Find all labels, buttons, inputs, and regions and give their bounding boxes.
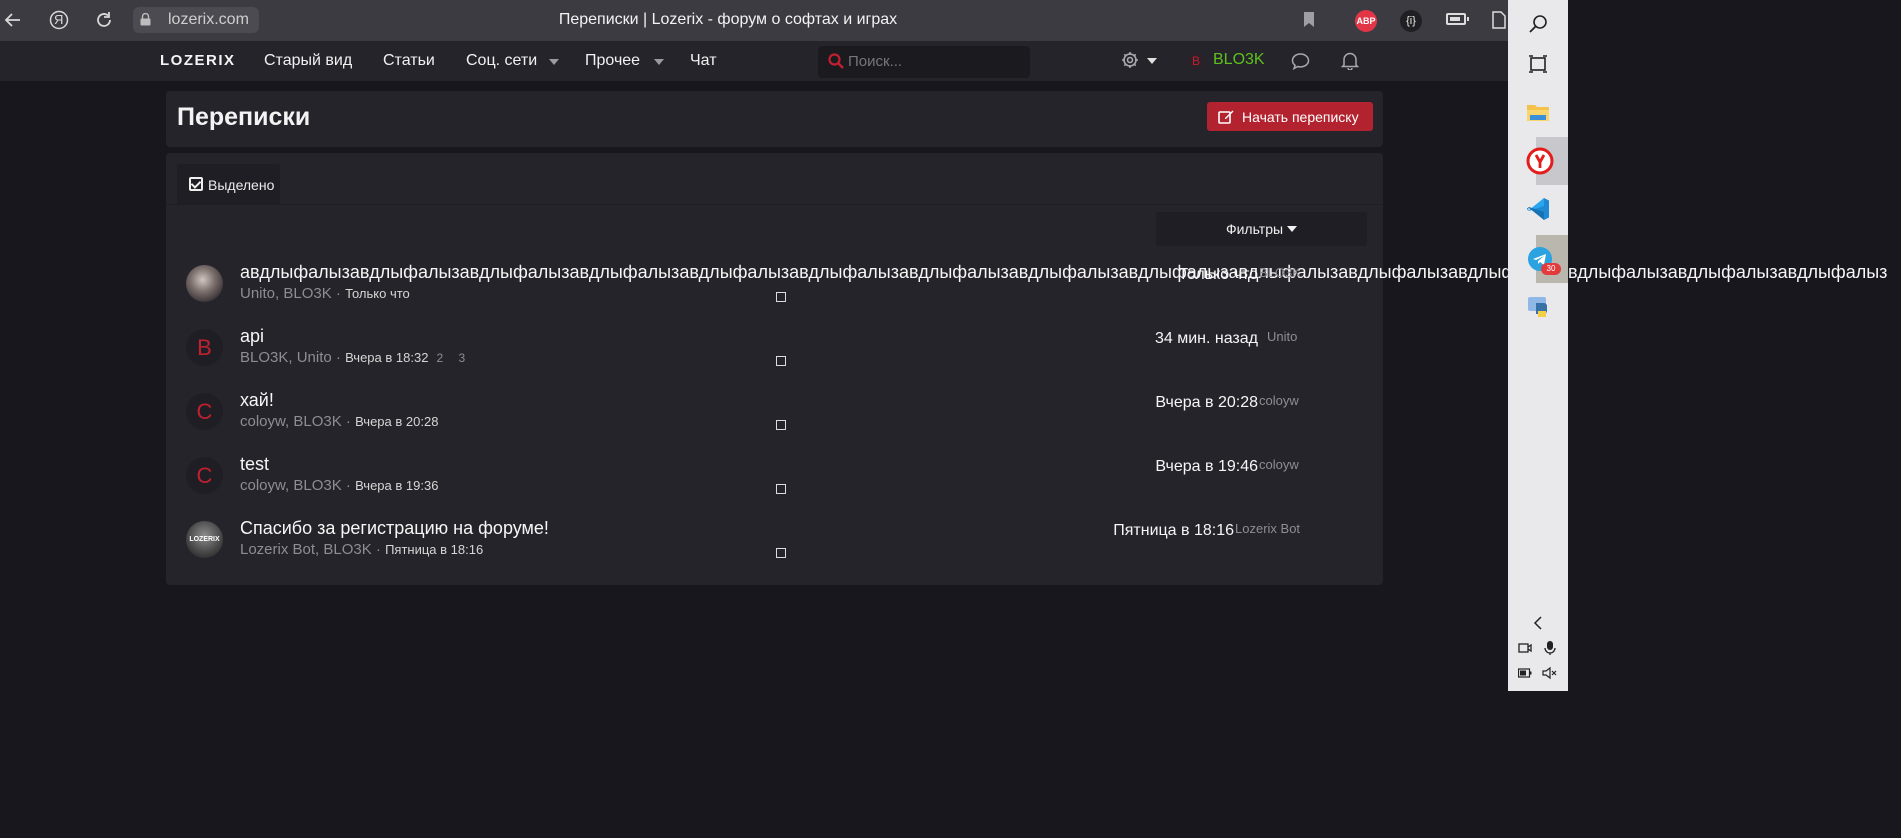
windows-taskbar: 30 [1508, 0, 1568, 691]
participants[interactable]: Lozerix Bot, BLO3K [240, 541, 372, 558]
last-reply-user[interactable]: Unito [1267, 329, 1297, 344]
python-icon[interactable] [1524, 293, 1552, 321]
bell-icon[interactable] [1341, 51, 1359, 70]
last-reply-time: 34 мин. назад [1154, 330, 1258, 347]
conversation-meta: Unito, BLO3K · Только что [240, 285, 410, 302]
participants[interactable]: coloyw, BLO3K [240, 413, 342, 430]
checkbox-icon [189, 177, 203, 191]
last-reply-time: Пятница в 18:16 [1113, 522, 1234, 539]
nav-social[interactable]: Соц. сети [466, 52, 537, 70]
chevron-down-icon[interactable] [654, 59, 664, 65]
conversation-title[interactable]: api [240, 326, 264, 347]
chevron-down-icon [1287, 226, 1298, 232]
battery-icon[interactable] [1518, 668, 1532, 678]
site-logo[interactable]: LOZERIX [160, 52, 236, 69]
select-checkbox[interactable] [776, 484, 786, 494]
avatar[interactable]: B [186, 329, 223, 366]
file-explorer-icon[interactable] [1524, 98, 1552, 126]
avatar[interactable]: LOZERIX [186, 521, 223, 558]
conversation-title[interactable]: авдлыфалызавдлыфалызавдлыфалызавдлыфалыз… [240, 262, 1887, 283]
yandex-browser-icon[interactable] [1526, 147, 1554, 175]
participants[interactable]: coloyw, BLO3K [240, 477, 342, 494]
username-link[interactable]: BLO3K [1213, 51, 1265, 69]
chevron-down-icon[interactable] [549, 59, 559, 65]
search-input[interactable]: Поиск... [818, 46, 1030, 78]
vscode-icon[interactable] [1524, 195, 1552, 223]
tab-selected[interactable]: Выделено [177, 164, 280, 205]
filters-label: Фильтры [1225, 221, 1284, 237]
started-time: Вчера в 19:36 [355, 478, 439, 493]
edit-icon [1218, 110, 1234, 124]
gear-icon[interactable] [1121, 51, 1139, 69]
conversation-list-panel: Выделено Фильтры авдлыфалызавдлыфалызавд… [166, 153, 1887, 585]
browser-toolbar: Я lozerix.com Переписки | Lozerix - фору… [0, 0, 1508, 41]
participants[interactable]: Unito, BLO3K [240, 285, 332, 302]
last-reply-user[interactable]: coloyw [1259, 393, 1299, 408]
nav-articles[interactable]: Статьи [383, 52, 435, 70]
search-icon[interactable] [1524, 10, 1552, 38]
start-conversation-button[interactable]: Начать переписку [1207, 102, 1373, 131]
list-item[interactable]: C test coloyw, BLO3K · Вчера в 19:36 Вче… [166, 449, 1383, 513]
tab-selected-label: Выделено [208, 177, 275, 193]
avatar[interactable] [186, 265, 223, 302]
bookmark-icon[interactable] [1303, 11, 1315, 28]
last-reply-user[interactable]: BLO3K [1259, 265, 1301, 280]
divider [166, 204, 1383, 205]
conversation-meta: BLO3K, Unito · Вчера в 18:32 2 3 [240, 349, 472, 366]
page-links[interactable]: 2 3 [436, 351, 471, 365]
conversation-meta: Lozerix Bot, BLO3K · Пятница в 18:16 [240, 541, 484, 558]
microphone-icon[interactable] [1544, 640, 1556, 656]
list-item[interactable]: авдлыфалызавдлыфалызавдлыфалызавдлыфалыз… [166, 257, 1887, 321]
last-reply-time: Только что [1178, 266, 1258, 283]
page-title: Переписки [177, 103, 311, 131]
last-reply-time: Вчера в 19:46 [1155, 458, 1258, 475]
start-conversation-label: Начать переписку [1242, 109, 1359, 125]
started-time: Вчера в 18:32 [345, 350, 429, 365]
chat-bubble-icon[interactable] [1291, 52, 1310, 70]
last-reply-time: Вчера в 20:28 [1155, 394, 1258, 411]
select-checkbox[interactable] [776, 292, 786, 302]
extension-icon[interactable] [1490, 10, 1508, 30]
chevron-left-icon[interactable] [1524, 609, 1552, 637]
last-reply-user[interactable]: coloyw [1259, 457, 1299, 472]
nav-old-view[interactable]: Старый вид [264, 52, 352, 70]
select-checkbox[interactable] [776, 548, 786, 558]
conversation-title[interactable]: Спасибо за регистрацию на форуме! [240, 518, 549, 539]
participants[interactable]: BLO3K, Unito [240, 349, 332, 366]
conversation-title[interactable]: хай! [240, 390, 274, 411]
list-item[interactable]: LOZERIX Спасибо за регистрацию на форуме… [166, 513, 1383, 577]
task-view-icon[interactable] [1524, 50, 1552, 78]
avatar[interactable]: C [186, 457, 223, 494]
nav-chat[interactable]: Чат [690, 52, 717, 70]
conversation-meta: coloyw, BLO3K · Вчера в 20:28 [240, 413, 439, 430]
notification-badge: 30 [1541, 263, 1561, 275]
started-time: Вчера в 20:28 [355, 414, 439, 429]
json-extension-icon[interactable]: {i} [1400, 10, 1422, 32]
tab-title: Переписки | Lozerix - форум о софтах и и… [558, 11, 898, 28]
page-header: Переписки Начать переписку [166, 91, 1383, 147]
battery-saver-icon[interactable] [1446, 13, 1469, 25]
conversation-title[interactable]: test [240, 454, 269, 475]
meet-now-icon[interactable] [1518, 641, 1532, 655]
search-placeholder: Поиск... [848, 53, 903, 70]
chevron-down-icon[interactable] [1147, 58, 1157, 64]
avatar[interactable]: C [186, 393, 223, 430]
last-reply-user[interactable]: Lozerix Bot [1235, 521, 1300, 536]
list-item[interactable]: B api BLO3K, Unito · Вчера в 18:32 2 3 34… [166, 321, 1383, 385]
select-checkbox[interactable] [776, 356, 786, 366]
avatar[interactable]: B [1187, 52, 1205, 70]
search-icon [828, 53, 844, 69]
nav-other[interactable]: Прочее [585, 52, 640, 70]
select-checkbox[interactable] [776, 420, 786, 430]
started-time: Пятница в 18:16 [385, 542, 484, 557]
conversation-meta: coloyw, BLO3K · Вчера в 19:36 [240, 477, 439, 494]
list-item[interactable]: C хай! coloyw, BLO3K · Вчера в 20:28 Вче… [166, 385, 1383, 449]
filters-button[interactable]: Фильтры [1156, 212, 1367, 246]
started-time: Только что [345, 286, 410, 301]
volume-muted-icon[interactable] [1542, 666, 1558, 680]
adblock-extension-icon[interactable]: ABP [1355, 10, 1377, 32]
